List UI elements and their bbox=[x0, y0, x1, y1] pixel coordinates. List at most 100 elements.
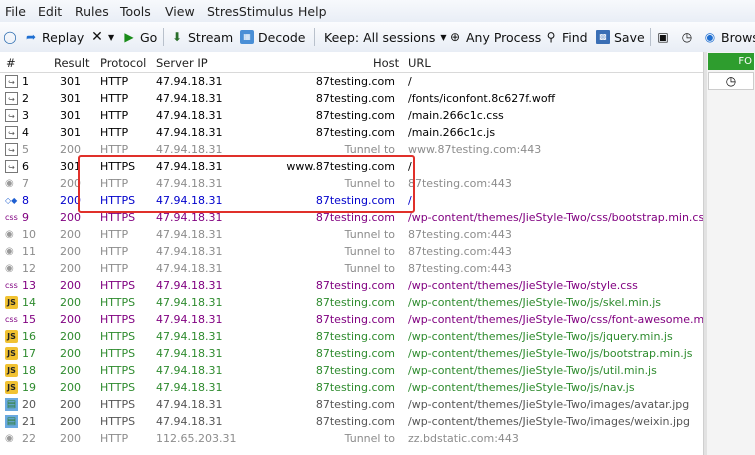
session-url: /wp-content/themes/JieStyle-Two/js/nav.j… bbox=[408, 381, 635, 394]
session-row[interactable]: JS 19 200 HTTPS 47.94.18.31 87testing.com/wp-… bbox=[0, 379, 703, 396]
session-result: 200 bbox=[60, 228, 81, 241]
menu-file[interactable]: File bbox=[5, 4, 26, 19]
chevron-down-icon: ▼ bbox=[108, 32, 115, 42]
column-header-result[interactable]: Result bbox=[54, 56, 90, 70]
session-number: 10 bbox=[22, 228, 36, 241]
session-protocol: HTTPS bbox=[100, 160, 136, 173]
session-protocol: HTTP bbox=[100, 228, 129, 241]
session-row[interactable]: ↪ 3 301 HTTP 47.94.18.31 87testing.com/main.2… bbox=[0, 107, 703, 124]
session-protocol: HTTP bbox=[100, 262, 129, 275]
session-row[interactable]: ◉ 11 200 HTTP 47.94.18.31 Tunnel to 87testing.… bbox=[0, 243, 703, 260]
session-protocol: HTTPS bbox=[100, 279, 136, 292]
remove-button[interactable]: ✕ ▼ bbox=[90, 28, 114, 46]
session-row[interactable]: css{9 200 HTTPS 47.94.18.31 87testing.com/wp… bbox=[0, 209, 703, 226]
screenshot-button[interactable]: ▣ bbox=[656, 28, 674, 46]
session-result: 200 bbox=[60, 194, 81, 207]
session-row[interactable]: ◉ 10 200 HTTP 47.94.18.31 Tunnel to 87testing.… bbox=[0, 226, 703, 243]
play-icon: ▶ bbox=[124, 30, 134, 44]
session-row[interactable]: ↪ 2 301 HTTP 47.94.18.31 87testing.com/fonts/… bbox=[0, 90, 703, 107]
session-server-ip: 47.94.18.31 bbox=[156, 126, 223, 139]
session-url: / bbox=[408, 160, 412, 173]
timeline-clock-icon[interactable]: ◷ bbox=[708, 72, 754, 90]
session-row[interactable]: JS 18 200 HTTPS 47.94.18.31 87testing.com/wp-… bbox=[0, 362, 703, 379]
menu-edit[interactable]: Edit bbox=[38, 4, 62, 19]
browse-button[interactable]: ◉ Brows bbox=[703, 28, 755, 46]
session-number: 7 bbox=[22, 177, 29, 190]
session-server-ip: 47.94.18.31 bbox=[156, 381, 223, 394]
timer-button[interactable]: ◷ bbox=[680, 28, 698, 46]
menu-help[interactable]: Help bbox=[298, 4, 327, 19]
css-icon: css{ bbox=[5, 281, 18, 290]
lock-icon: ◉ bbox=[5, 263, 14, 274]
session-row[interactable]: ↪ 5 200 HTTP 47.94.18.31 Tunnel to www.87testi… bbox=[0, 141, 703, 158]
menu-stresstimulus[interactable]: StresStimulus bbox=[207, 4, 293, 19]
session-row[interactable]: css{15 200 HTTPS 47.94.18.31 87testing.com/w… bbox=[0, 311, 703, 328]
session-host: 87testing.com bbox=[315, 330, 395, 343]
lock-icon: ◉ bbox=[5, 246, 14, 257]
find-button[interactable]: ⚲ Find bbox=[544, 28, 588, 46]
session-row[interactable]: ↪ 1 301 HTTP 47.94.18.31 87testing.com / bbox=[0, 73, 703, 90]
session-row[interactable]: css{13 200 HTTPS 47.94.18.31 87testing.com/w… bbox=[0, 277, 703, 294]
go-button[interactable]: ▶ Go bbox=[122, 28, 157, 46]
doc-icon: ↪ bbox=[5, 92, 18, 105]
session-server-ip: 47.94.18.31 bbox=[156, 177, 223, 190]
session-protocol: HTTPS bbox=[100, 330, 136, 343]
session-row[interactable]: ◉ 12 200 HTTP 47.94.18.31 Tunnel to 87testing.… bbox=[0, 260, 703, 277]
column-header-host[interactable]: Host bbox=[373, 56, 399, 70]
session-number: 13 bbox=[22, 279, 36, 292]
menu-tools[interactable]: Tools bbox=[120, 4, 151, 19]
session-row[interactable]: ↪ 6 301 HTTPS 47.94.18.31 www.87testing.com / bbox=[0, 158, 703, 175]
session-number: 1 bbox=[22, 75, 29, 88]
save-icon: ▩ bbox=[596, 30, 610, 44]
save-button[interactable]: ▩ Save bbox=[596, 28, 645, 46]
session-row[interactable]: ◇◆ 8 200 HTTPS 47.94.18.31 87testing.com / bbox=[0, 192, 703, 209]
crosshair-icon: ⊕ bbox=[449, 30, 461, 44]
session-row[interactable]: JS 16 200 HTTPS 47.94.18.31 87testing.com/wp-… bbox=[0, 328, 703, 345]
column-header-server-ip[interactable]: Server IP bbox=[156, 56, 208, 70]
session-url: 87testing.com:443 bbox=[408, 228, 512, 241]
session-row[interactable]: ◉ 7 200 HTTP 47.94.18.31 Tunnel to 87testing.c… bbox=[0, 175, 703, 192]
session-url: /wp-content/themes/JieStyle-Two/js/jquer… bbox=[408, 330, 673, 343]
session-result: 200 bbox=[60, 398, 81, 411]
menu-rules[interactable]: Rules bbox=[75, 4, 109, 19]
column-header-num[interactable]: # bbox=[6, 56, 16, 70]
session-row[interactable]: JS 14 200 HTTPS 47.94.18.31 87testing.com/wp-… bbox=[0, 294, 703, 311]
keep-sessions-dropdown[interactable]: Keep: All sessions ▼ bbox=[324, 28, 446, 46]
session-result: 200 bbox=[60, 347, 81, 360]
doc-icon: ↪ bbox=[5, 109, 18, 122]
session-number: 14 bbox=[22, 296, 36, 309]
session-row[interactable]: ▤ 20 200 HTTPS 47.94.18.31 87testing.com/wp-c… bbox=[0, 396, 703, 413]
session-result: 200 bbox=[60, 279, 81, 292]
session-server-ip: 47.94.18.31 bbox=[156, 211, 223, 224]
menu-view[interactable]: View bbox=[165, 4, 195, 19]
session-url: / bbox=[408, 75, 412, 88]
session-row[interactable]: ↪ 4 301 HTTP 47.94.18.31 87testing.com/main.2… bbox=[0, 124, 703, 141]
stream-button[interactable]: ⬇ Stream bbox=[170, 28, 233, 46]
column-header-url[interactable]: URL bbox=[408, 56, 431, 70]
session-number: 20 bbox=[22, 398, 36, 411]
session-row[interactable]: JS 17 200 HTTPS 47.94.18.31 87testing.com/wp-… bbox=[0, 345, 703, 362]
session-url: /main.266c1c.css bbox=[408, 109, 504, 122]
session-list[interactable]: ↪ 1 301 HTTP 47.94.18.31 87testing.com / ↪ 2 301 H… bbox=[0, 73, 703, 455]
session-protocol: HTTP bbox=[100, 432, 129, 445]
replay-button[interactable]: ➦ Replay bbox=[24, 28, 84, 46]
session-result: 301 bbox=[60, 75, 81, 88]
any-process-button[interactable]: ⊕ Any Process bbox=[448, 28, 541, 46]
session-server-ip: 47.94.18.31 bbox=[156, 75, 223, 88]
session-server-ip: 47.94.18.31 bbox=[156, 245, 223, 258]
js-icon: JS bbox=[5, 296, 18, 309]
browser-icon: ◉ bbox=[704, 30, 716, 44]
comment-icon: ◯ bbox=[3, 30, 17, 44]
decode-button[interactable]: ▦ Decode bbox=[240, 28, 305, 46]
session-result: 200 bbox=[60, 211, 81, 224]
session-url: 87testing.com:443 bbox=[408, 177, 512, 190]
session-number: 18 bbox=[22, 364, 36, 377]
session-host: 87testing.com bbox=[315, 313, 395, 326]
session-row[interactable]: ▤ 21 200 HTTPS 47.94.18.31 87testing.com/wp-c… bbox=[0, 413, 703, 430]
session-row[interactable]: ◉ 22 200 HTTP 112.65.203.31 Tunnel to zz.bdsta… bbox=[0, 430, 703, 447]
session-number: 16 bbox=[22, 330, 36, 343]
column-header-protocol[interactable]: Protocol bbox=[100, 56, 146, 70]
tab-inspector[interactable]: FO bbox=[708, 53, 754, 70]
session-host: 87testing.com bbox=[315, 398, 395, 411]
comment-button[interactable]: ◯ bbox=[3, 28, 21, 46]
